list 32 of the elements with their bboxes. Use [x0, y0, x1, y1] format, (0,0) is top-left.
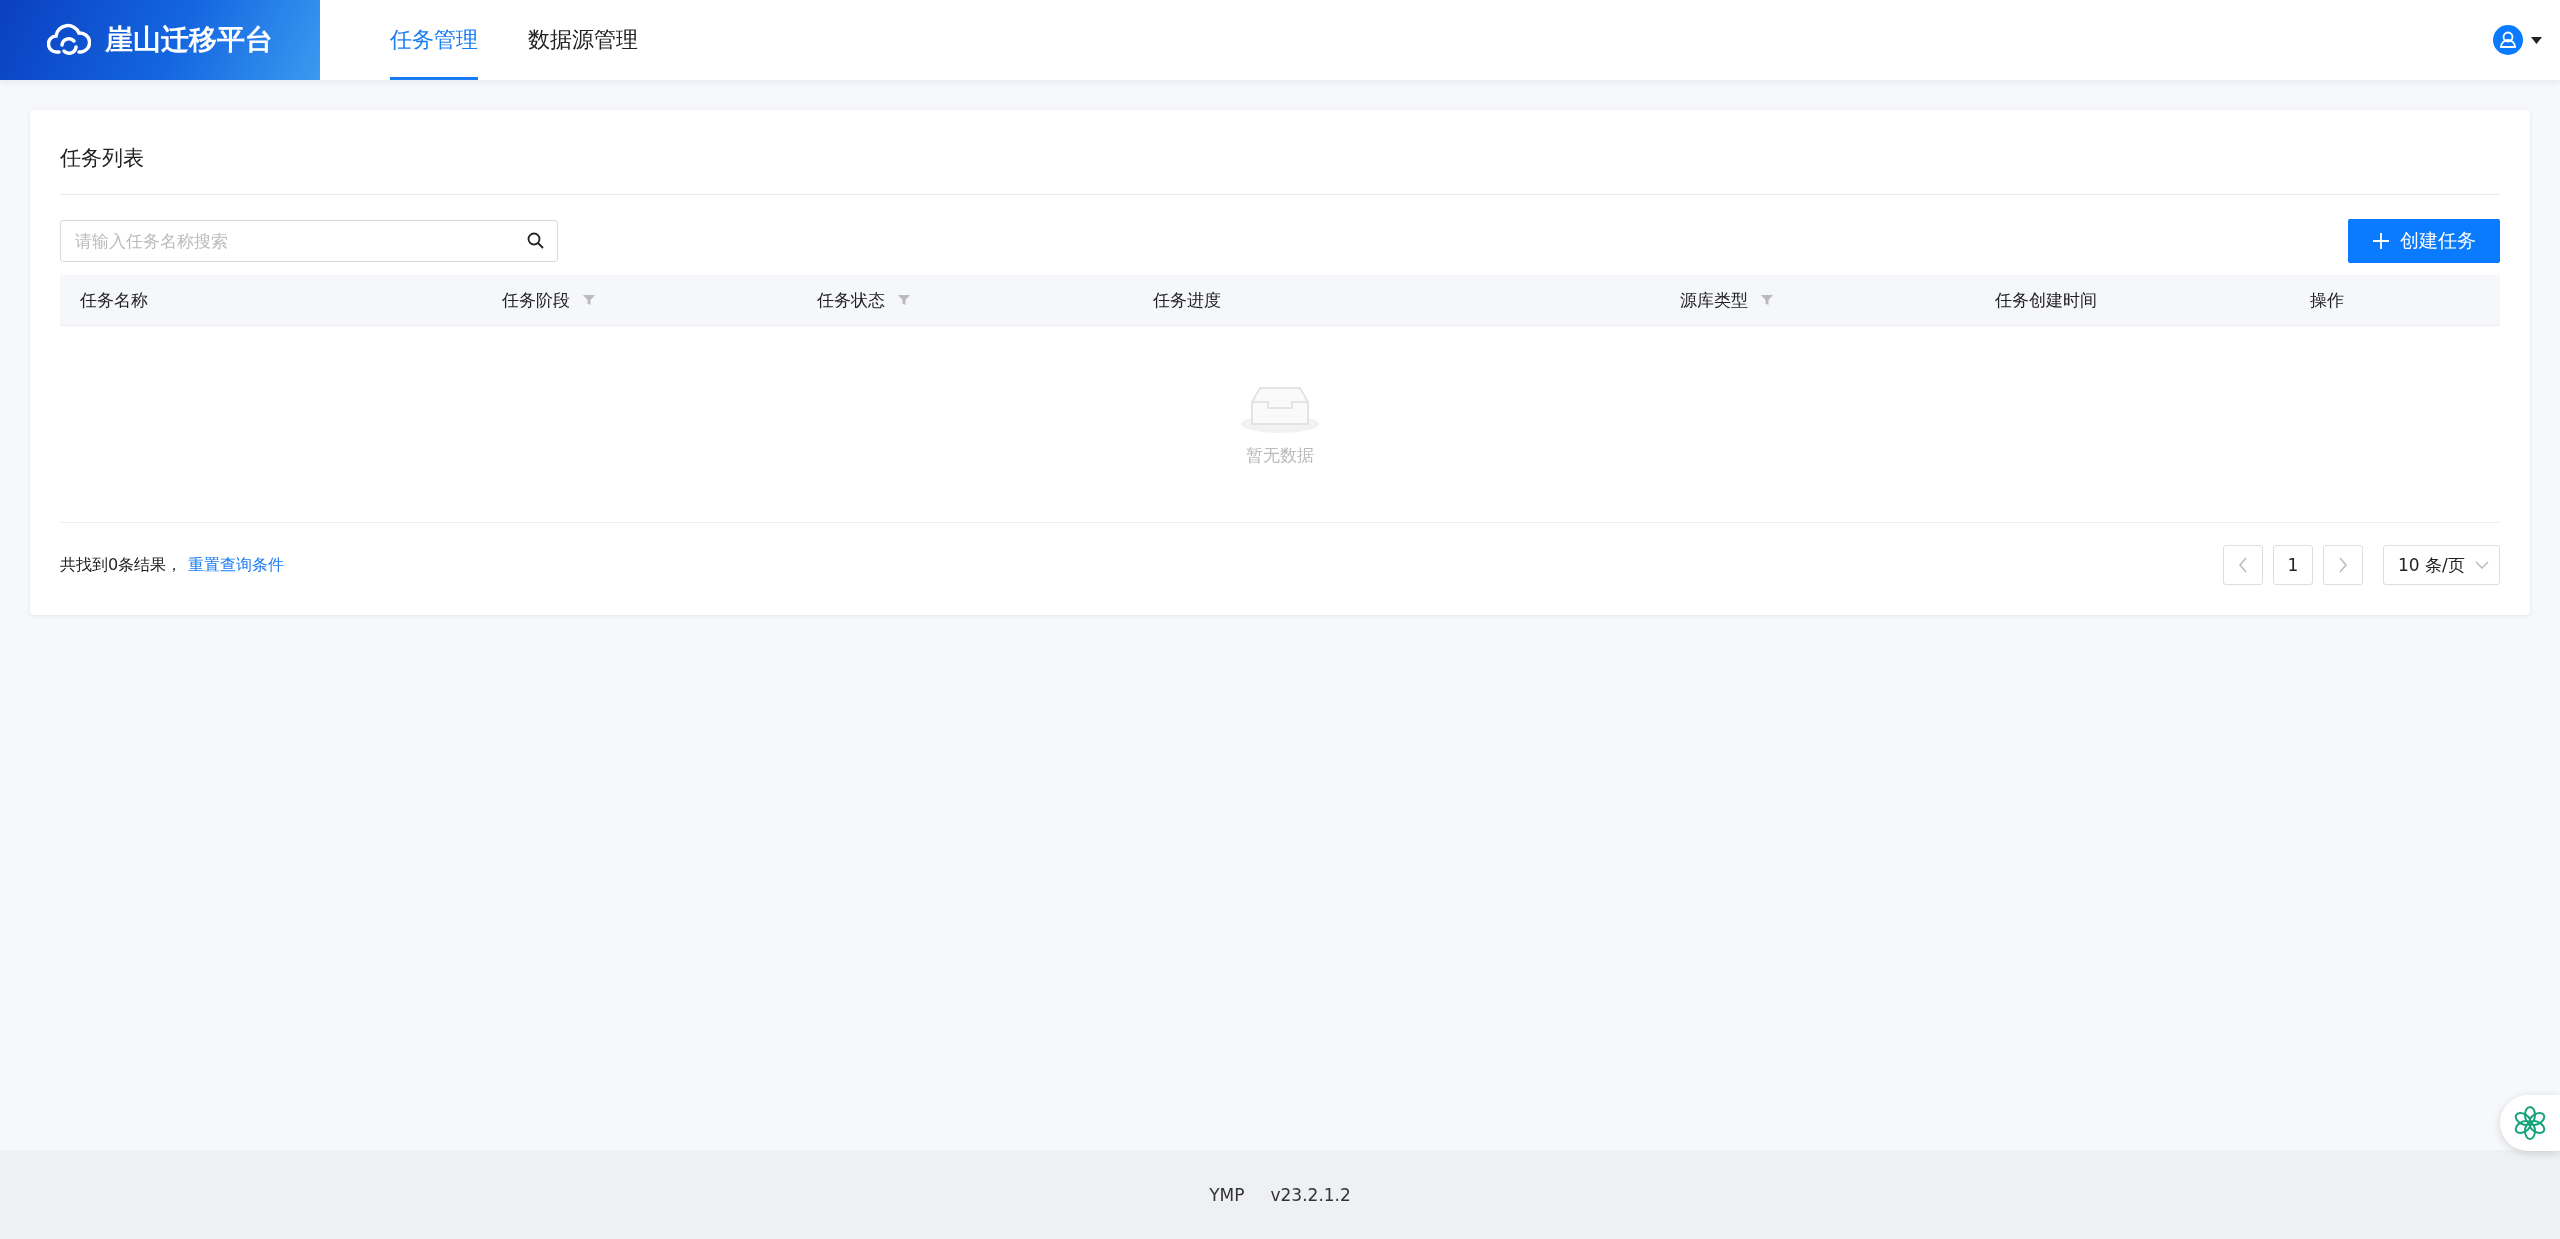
column-header: 任务阶段 [502, 288, 570, 312]
column-header: 任务名称 [80, 288, 148, 312]
column-header: 任务进度 [1153, 288, 1221, 312]
card-title: 任务列表 [60, 110, 2500, 195]
filter-icon[interactable] [582, 293, 596, 307]
user-avatar-icon[interactable] [2493, 25, 2523, 55]
nav-tab[interactable]: 数据源管理 [528, 0, 638, 80]
nav-tab[interactable]: 任务管理 [390, 0, 478, 80]
column-header: 任务创建时间 [1995, 288, 2097, 312]
filter-icon[interactable] [1760, 293, 1774, 307]
result-summary: 共找到0条结果， [60, 554, 183, 576]
flower-icon [2512, 1105, 2548, 1141]
column-header: 任务状态 [817, 288, 885, 312]
chevron-left-icon [2238, 557, 2248, 573]
column-header: 源库类型 [1680, 288, 1748, 312]
page-button[interactable]: 1 [2273, 545, 2313, 585]
column-header: 操作 [2310, 288, 2344, 312]
search-icon[interactable] [527, 232, 544, 249]
chevron-right-icon [2338, 557, 2348, 573]
chevron-down-icon [2475, 561, 2489, 569]
search-field[interactable]: 请输入任务名称搜索 [60, 220, 558, 262]
floating-button[interactable] [2500, 1095, 2560, 1151]
empty-text: 暂无数据 [1246, 443, 1314, 467]
page-size-select[interactable]: 10 条/页 [2383, 545, 2500, 585]
filter-icon[interactable] [897, 293, 911, 307]
caret-icon[interactable] [2531, 36, 2542, 44]
create-task-button[interactable]: 创建任务 [2348, 219, 2500, 263]
logo-text: 崖山迁移平台 [105, 22, 273, 58]
product-name: YMP [1209, 1184, 1245, 1205]
plus-icon [2372, 232, 2390, 250]
version-text: v23.2.1.2 [1270, 1184, 1351, 1205]
reset-link[interactable]: 重置查询条件 [188, 554, 285, 576]
